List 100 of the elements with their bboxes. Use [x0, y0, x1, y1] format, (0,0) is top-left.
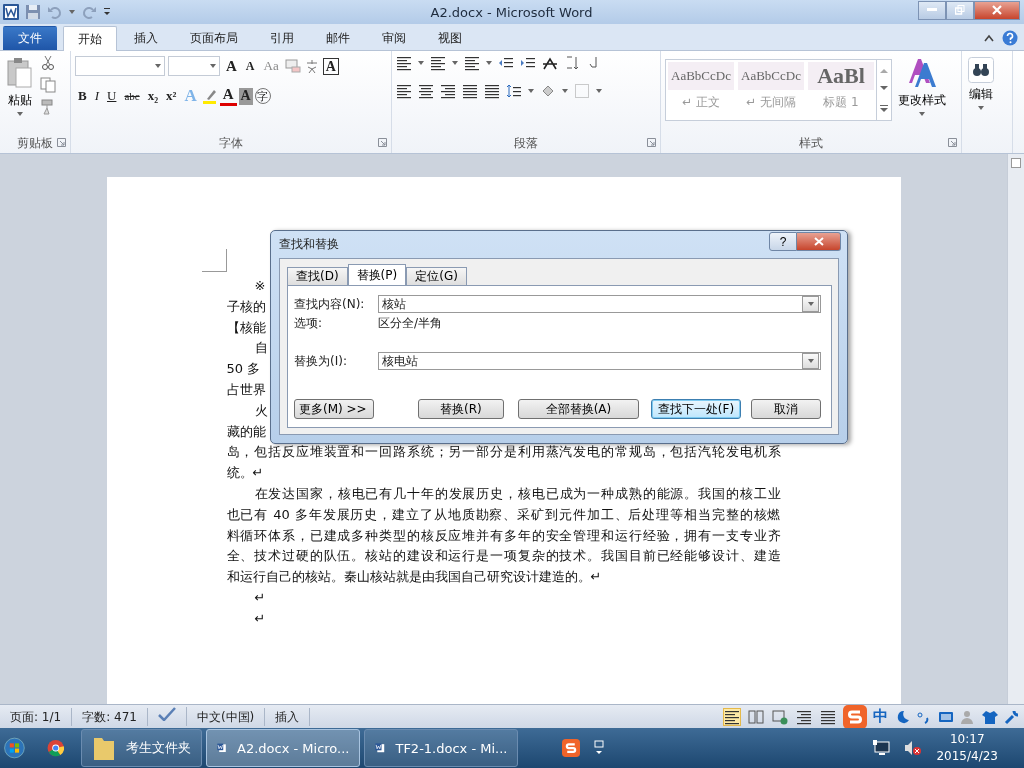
dialog-launcher-icon[interactable] — [647, 138, 656, 147]
volume-muted-icon[interactable] — [904, 740, 923, 756]
dropdown-arrow-icon[interactable] — [978, 106, 984, 110]
dialog-launcher-icon[interactable] — [57, 138, 66, 147]
dropdown-arrow-icon[interactable] — [452, 61, 458, 65]
dialog-launcher-icon[interactable] — [948, 138, 957, 147]
dropdown-arrow-icon[interactable] — [562, 89, 568, 93]
help-icon[interactable] — [1002, 30, 1018, 46]
status-text[interactable]: 字数: 471 — [72, 707, 148, 726]
reading-view-button[interactable] — [747, 707, 765, 726]
style-item[interactable]: AaBl 标题 1 — [806, 60, 876, 120]
font-size-field[interactable] — [168, 56, 220, 76]
shrink-font-button[interactable]: A — [242, 55, 258, 77]
ribbon-tab[interactable]: 页面布局 — [175, 26, 253, 50]
paste-button[interactable]: 粘贴 — [4, 55, 36, 133]
distributed-icon[interactable] — [484, 83, 500, 99]
ribbon-tab[interactable]: 审阅 — [367, 26, 421, 50]
dialog-tab[interactable]: 替换(P) — [347, 264, 407, 286]
replace-field[interactable]: 核电站 — [378, 352, 821, 370]
dialog-button[interactable]: 全部替换(A) — [517, 399, 640, 419]
save-icon[interactable] — [25, 4, 41, 20]
taskbar-button[interactable]: 考生文件夹 — [81, 729, 203, 767]
clock-time[interactable]: 10:17 — [949, 731, 985, 748]
taskbar-button[interactable]: TF2-1.docx - Mi... — [364, 729, 519, 767]
align-center-icon[interactable] — [418, 83, 434, 99]
dialog-tab[interactable]: 定位(G) — [406, 267, 467, 286]
dropdown-arrow-icon[interactable] — [528, 89, 534, 93]
restore-button[interactable] — [946, 0, 974, 20]
bullets-icon[interactable] — [396, 55, 412, 71]
dropdown-arrow-icon[interactable] — [486, 61, 492, 65]
subscript-button[interactable]: x₂ — [144, 85, 162, 107]
align-left-icon[interactable] — [396, 83, 412, 99]
italic-button[interactable]: I — [91, 85, 102, 107]
ribbon-tab[interactable]: 引用 — [255, 26, 309, 50]
file-tab[interactable]: 文件 — [3, 26, 57, 50]
dropdown-arrow-icon[interactable] — [807, 302, 814, 306]
bold-button[interactable]: B — [75, 85, 90, 107]
strikethrough-button[interactable]: abc — [121, 85, 143, 107]
superscript-button[interactable]: x² — [163, 85, 180, 107]
ribbon-tab[interactable]: 邮件 — [311, 26, 365, 50]
status-text[interactable]: 中文(中国) — [186, 707, 266, 726]
more-styles-icon[interactable] — [880, 105, 888, 114]
ruler-toggle-icon[interactable] — [1011, 158, 1021, 168]
align-right-icon[interactable] — [440, 83, 456, 99]
scissors-icon[interactable] — [40, 55, 56, 71]
numbering-icon[interactable] — [430, 55, 446, 71]
web-view-button[interactable] — [771, 707, 789, 726]
style-item[interactable]: AaBbCcDc ↵ 无间隔 — [736, 60, 806, 120]
style-item[interactable]: AaBbCcDc ↵ 正文 — [666, 60, 736, 120]
justify-icon[interactable] — [462, 83, 478, 99]
dropdown-arrow-icon[interactable] — [155, 64, 161, 68]
network-icon[interactable] — [872, 740, 891, 756]
minimize-ribbon-icon[interactable] — [984, 34, 994, 42]
ribbon-tab[interactable]: 插入 — [119, 26, 173, 50]
dropdown-arrow-icon[interactable] — [596, 89, 602, 93]
shading-bucket-icon[interactable] — [540, 83, 556, 99]
dropdown-arrow-icon[interactable] — [210, 64, 216, 68]
taskbar-button[interactable]: A2.docx - Micro... — [206, 729, 361, 767]
font-name-field[interactable] — [75, 56, 165, 76]
close-button[interactable] — [974, 0, 1020, 20]
dialog-button[interactable]: 查找下一处(F) — [651, 399, 741, 419]
dropdown-arrow-icon[interactable] — [69, 10, 75, 14]
editing-button[interactable]: 编辑 — [966, 55, 996, 133]
dropdown-arrow-icon[interactable] — [807, 359, 814, 363]
status-text[interactable]: 页面: 1/1 — [0, 707, 73, 726]
multilevel-list-icon[interactable] — [464, 55, 480, 71]
word-logo-icon[interactable] — [3, 4, 19, 20]
chinese-layout-icon[interactable] — [542, 55, 558, 71]
scroll-down-icon[interactable] — [880, 86, 888, 92]
dropdown-arrow-icon[interactable] — [17, 112, 23, 116]
clock-date[interactable]: 2015/4/23 — [936, 748, 998, 765]
ribbon-tab[interactable]: 开始 — [63, 26, 117, 51]
dialog-launcher-icon[interactable] — [378, 138, 387, 147]
underline-button[interactable]: U — [104, 85, 120, 107]
character-border-button[interactable]: A — [322, 57, 339, 75]
highlighter-icon[interactable] — [201, 88, 218, 104]
dialog-tab[interactable]: 查找(D) — [287, 267, 348, 286]
help-button[interactable]: ? — [769, 232, 797, 251]
dialog-button[interactable]: 替换(R) — [418, 399, 504, 419]
find-field[interactable]: 核站 — [378, 295, 821, 313]
dialog-button[interactable]: 取消 — [750, 399, 821, 419]
close-button[interactable] — [797, 232, 841, 251]
character-shading-button[interactable]: A — [238, 87, 253, 105]
dropdown-arrow-icon[interactable] — [919, 112, 925, 116]
change-case-button[interactable]: Aa — [260, 55, 282, 77]
font-color-button[interactable]: A — [219, 86, 237, 106]
change-styles-button[interactable]: 更改样式 — [896, 55, 948, 133]
line-spacing-icon[interactable] — [506, 83, 522, 99]
minimize-button[interactable] — [918, 0, 946, 20]
grow-font-button[interactable]: A — [223, 55, 240, 77]
show-hidden-icons-icon[interactable] — [594, 740, 605, 756]
print-layout-button[interactable] — [723, 707, 741, 726]
more-button[interactable]: 更多(M) >> — [294, 399, 375, 419]
dropdown-arrow-icon[interactable] — [418, 61, 424, 65]
wrench-icon[interactable] — [1004, 708, 1020, 725]
vertical-scrollbar[interactable] — [1007, 154, 1024, 704]
ime-mode[interactable]: 中 — [873, 707, 888, 726]
ribbon-tab[interactable]: 视图 — [423, 26, 477, 50]
shirt-icon[interactable] — [982, 708, 998, 725]
format-painter-icon[interactable] — [40, 99, 56, 115]
